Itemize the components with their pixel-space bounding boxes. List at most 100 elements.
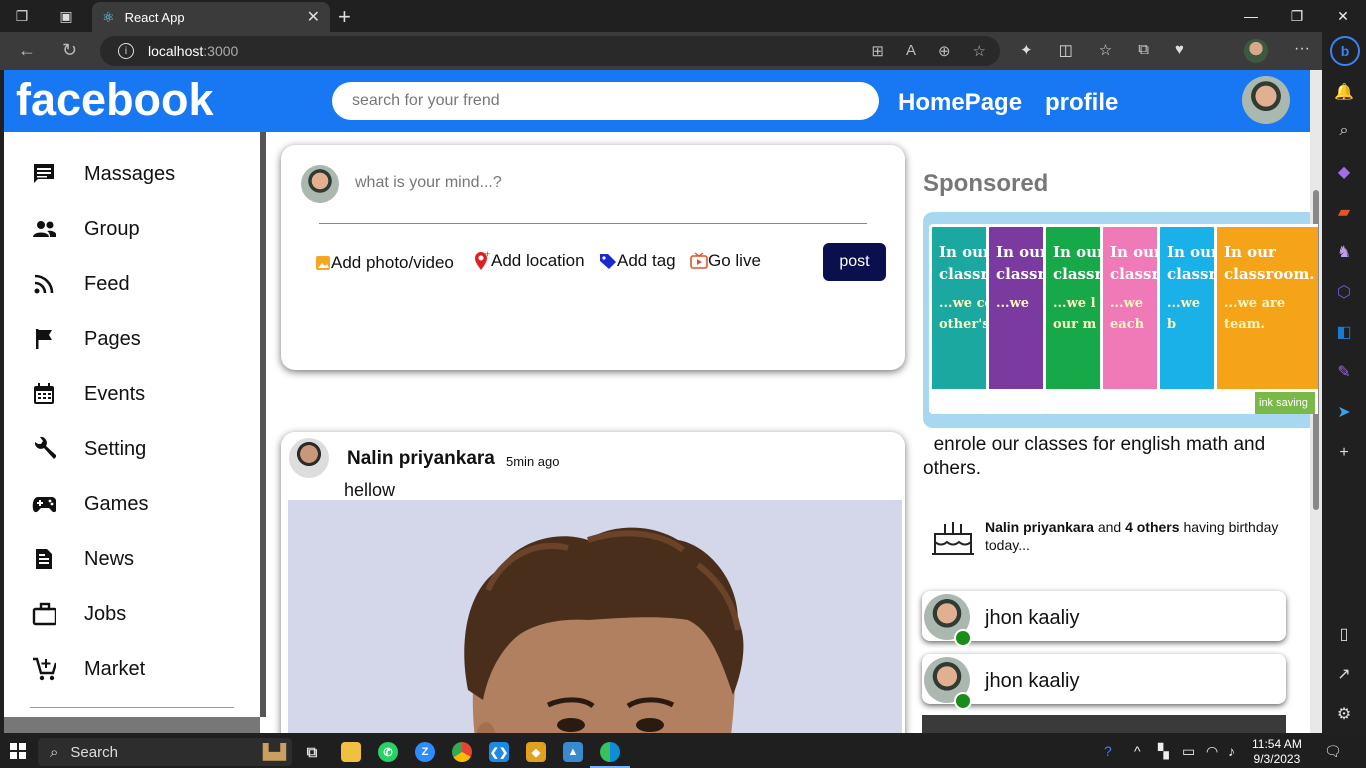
external-link-icon[interactable]: ↗ [1322,664,1366,684]
notification-bell-icon[interactable]: 🔔 [1322,82,1366,102]
sidebar-item-feed[interactable]: Feed [32,269,130,299]
sidebar-item-market[interactable]: Market [32,654,145,684]
volume-icon[interactable]: ♪ [1228,743,1235,759]
sidebar-item-massages[interactable]: Massages [32,159,175,189]
tab-actions-icon[interactable]: ▣ [44,0,88,32]
split-screen-icon[interactable]: ◫ [1059,41,1073,59]
taskbar-search[interactable]: ⌕ Search ▙▟ [38,738,292,766]
more-options-icon[interactable]: ··· [1294,40,1310,58]
restore-icon[interactable]: ❐ [1274,0,1320,32]
sidebar-item-group[interactable]: Group [32,214,140,244]
sidebar-item-games[interactable]: Games [32,489,148,519]
file-explorer-icon[interactable] [341,742,361,762]
bing-copilot-icon[interactable]: b [1330,36,1360,66]
go-live-option[interactable]: Go live [690,251,761,271]
tag-icon [600,254,616,269]
status-input[interactable] [351,169,871,197]
nav-profile-link[interactable]: profile [1045,89,1118,117]
favorite-star-icon[interactable]: ☆ [973,42,986,60]
edge-icon[interactable] [600,742,620,762]
wifi-icon[interactable]: ◠ [1206,743,1218,760]
designer-icon[interactable]: ✎ [1322,362,1366,382]
browser-tab[interactable]: ⚛ React App ✕ [92,2,330,32]
add-photo-video-option[interactable]: Add photo/video [315,253,454,273]
shopping-tag-icon[interactable]: ◆ [1322,162,1366,182]
online-contact[interactable]: jhon kaaliy [922,591,1286,647]
tools-icon[interactable]: ▰ [1322,202,1366,222]
ad-poster-text: classr [1053,265,1103,283]
photos-icon[interactable]: ▲ [563,742,583,762]
vscode-icon[interactable]: ❮❯ [489,742,509,762]
sourcetree-icon[interactable]: ◆ [526,742,546,762]
ad-poster-text: classr [1167,265,1217,283]
facebook-logo[interactable]: facebook [16,74,214,126]
post-photo[interactable] [288,500,902,733]
refresh-icon[interactable]: ↻ [62,40,77,61]
whatsapp-icon[interactable]: ✆ [378,742,398,762]
app-available-icon[interactable]: ⊞ [871,42,884,60]
performance-icon[interactable]: ♥ [1175,41,1184,59]
header-avatar[interactable] [1242,76,1290,124]
sponsored-ad-image[interactable]: In our classr ...we cel other's In our classr… [923,212,1318,428]
sidebar-item-pages[interactable]: Pages [32,324,141,354]
birthday-others[interactable]: 4 others [1125,519,1179,535]
chrome-icon[interactable] [452,742,472,762]
browser-profile-avatar[interactable] [1244,39,1268,63]
url-field[interactable]: i localhost:3000 ⊞ A ⊕ ☆ [100,36,1000,66]
show-hidden-icons[interactable]: ^ [1134,743,1141,759]
hide-sidebar-icon[interactable]: ▯ [1322,624,1366,644]
ad-poster-text: In our [939,243,991,261]
read-aloud-icon[interactable]: A [906,42,916,60]
post-button[interactable]: post [823,243,886,281]
sidebar-item-setting[interactable]: Setting [32,434,146,464]
sidebar-item-events[interactable]: Events [32,379,145,409]
sidebar-horizontal-scrollbar[interactable] [4,717,260,733]
cart-icon [32,657,56,681]
favorites-icon[interactable]: ☆ [1099,41,1112,59]
nav-homepage-link[interactable]: HomePage [898,89,1022,117]
sidebar-settings-icon[interactable]: ⚙ [1322,704,1366,724]
drop-icon[interactable]: ➤ [1322,402,1366,422]
zoom-icon[interactable]: ⊕ [938,42,951,60]
add-tag-option[interactable]: Add tag [599,251,676,271]
ad-poster-text: ...we [1110,296,1144,311]
sidebar-item-jobs[interactable]: Jobs [32,599,126,629]
live-tv-icon [690,252,708,269]
post-author-name[interactable]: Nalin priyankara [347,448,495,470]
windows-start-icon[interactable] [10,743,26,759]
post-author-avatar[interactable] [289,438,329,478]
site-info-icon[interactable]: i [118,43,134,59]
post-text: hellow [344,480,396,500]
workspaces-icon[interactable]: ❐ [0,0,44,32]
system-clock[interactable]: 11:54 AM 9/3/2023 [1252,737,1302,767]
help-icon[interactable]: ? [1104,743,1112,759]
svg-text:+: + [485,251,490,259]
notifications-icon[interactable]: 🗨 [1324,743,1342,760]
add-location-option[interactable]: + Add location [473,251,585,271]
outlook-icon[interactable]: ◧ [1322,322,1366,342]
search-sidebar-icon[interactable]: ⌕ [1322,122,1366,140]
close-window-icon[interactable]: ✕ [1320,0,1366,32]
online-contact[interactable]: jhon kaaliy [922,654,1286,710]
birthday-and: and [1097,519,1122,535]
security-icon[interactable]: ▚ [1158,743,1169,760]
minimize-icon[interactable]: — [1228,0,1274,32]
battery-icon[interactable]: ▭ [1182,743,1195,760]
sidebar-scrollbar[interactable] [260,132,266,717]
post-timestamp: 5min ago [506,454,560,469]
m365-icon[interactable]: ⬡ [1322,282,1366,302]
birthday-name[interactable]: Nalin priyankara [985,519,1094,535]
add-sidebar-app-icon[interactable]: + [1322,444,1366,462]
zoom-app-icon[interactable]: Z [415,742,435,762]
task-view-icon[interactable]: ⧉ [302,742,322,762]
search-input[interactable] [332,82,879,120]
contacts-scrollbar[interactable] [922,715,1286,733]
collections-icon[interactable]: ⧉ [1138,41,1149,59]
sidebar-item-news[interactable]: News [32,544,134,574]
new-tab-icon[interactable]: + [338,4,351,30]
close-tab-icon[interactable]: ✕ [307,7,320,27]
extensions-icon[interactable]: ✦ [1020,41,1033,59]
back-icon[interactable]: ← [18,40,36,61]
taskbar-search-label: Search [70,743,118,761]
games-sidebar-icon[interactable]: ♞ [1322,242,1366,262]
